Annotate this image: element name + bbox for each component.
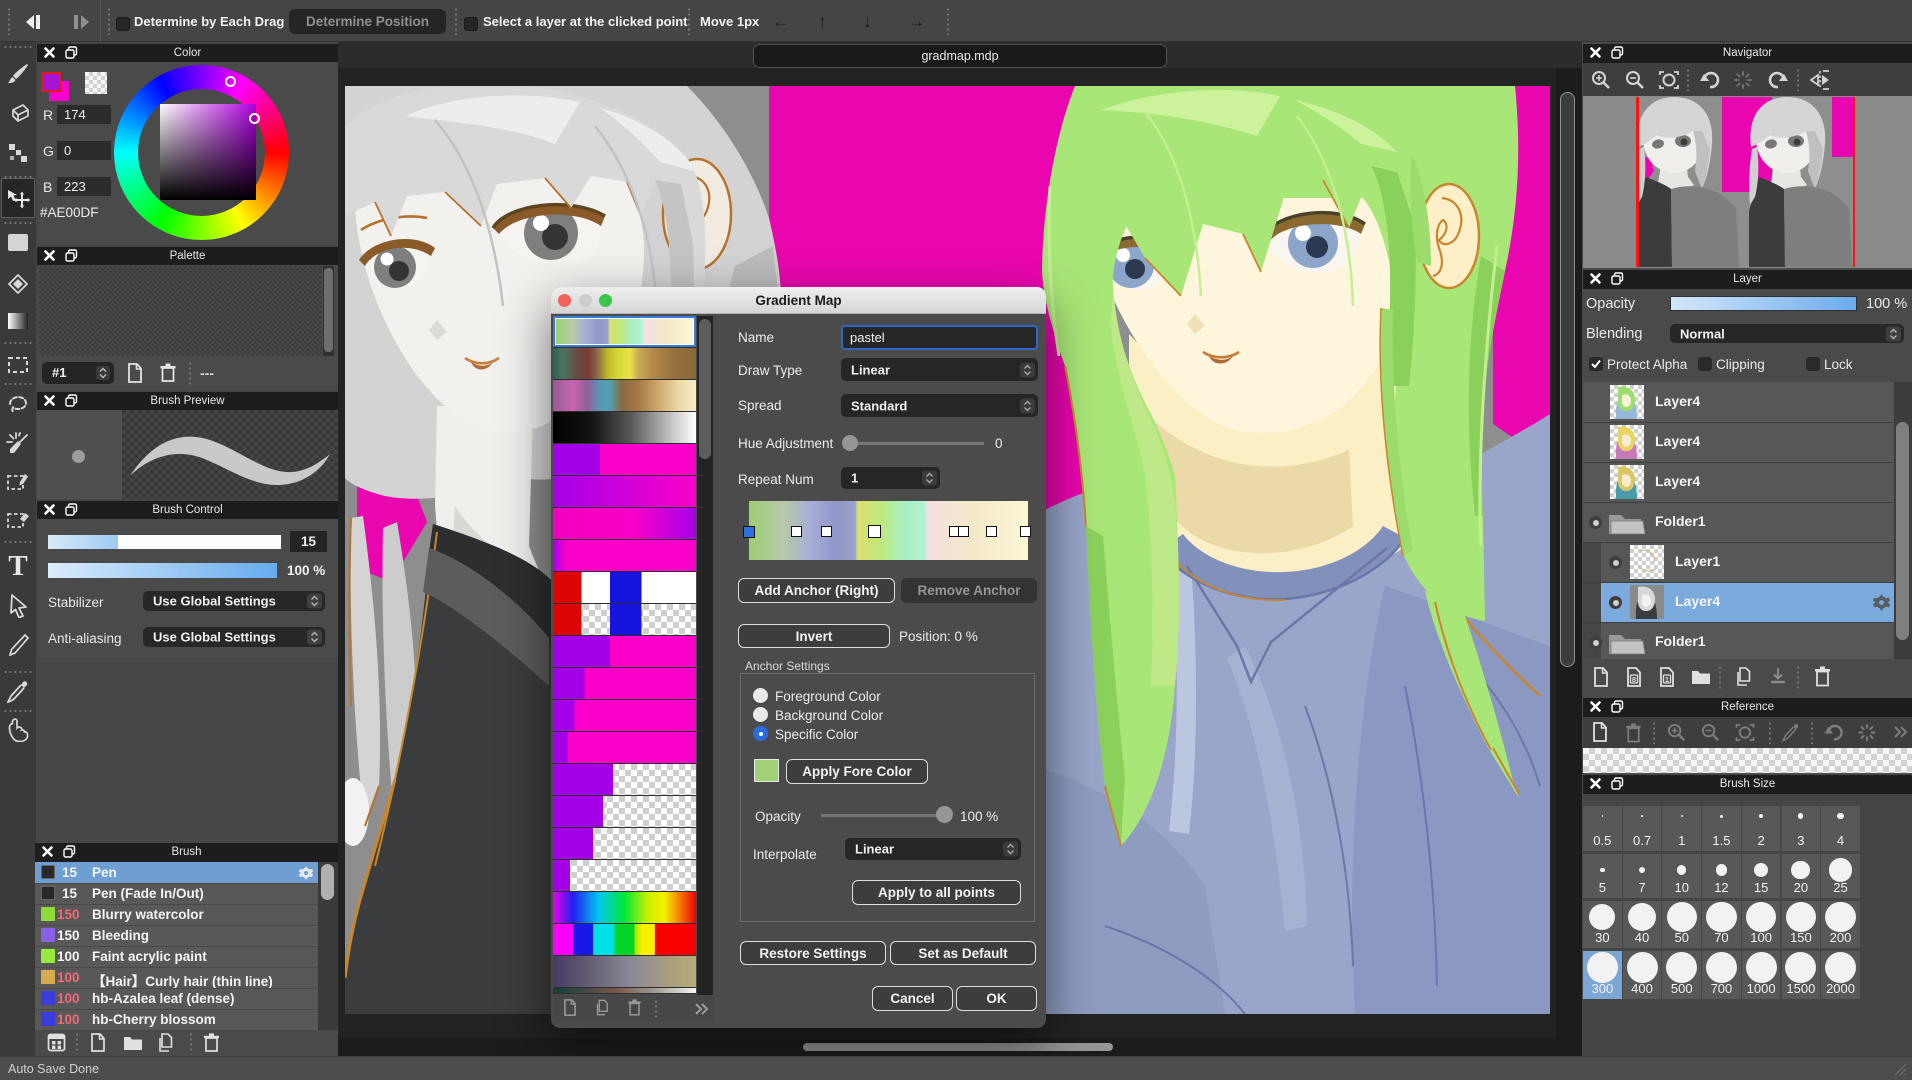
svg-text:1: 1: [1665, 675, 1669, 684]
svg-text:8: 8: [1632, 675, 1636, 684]
